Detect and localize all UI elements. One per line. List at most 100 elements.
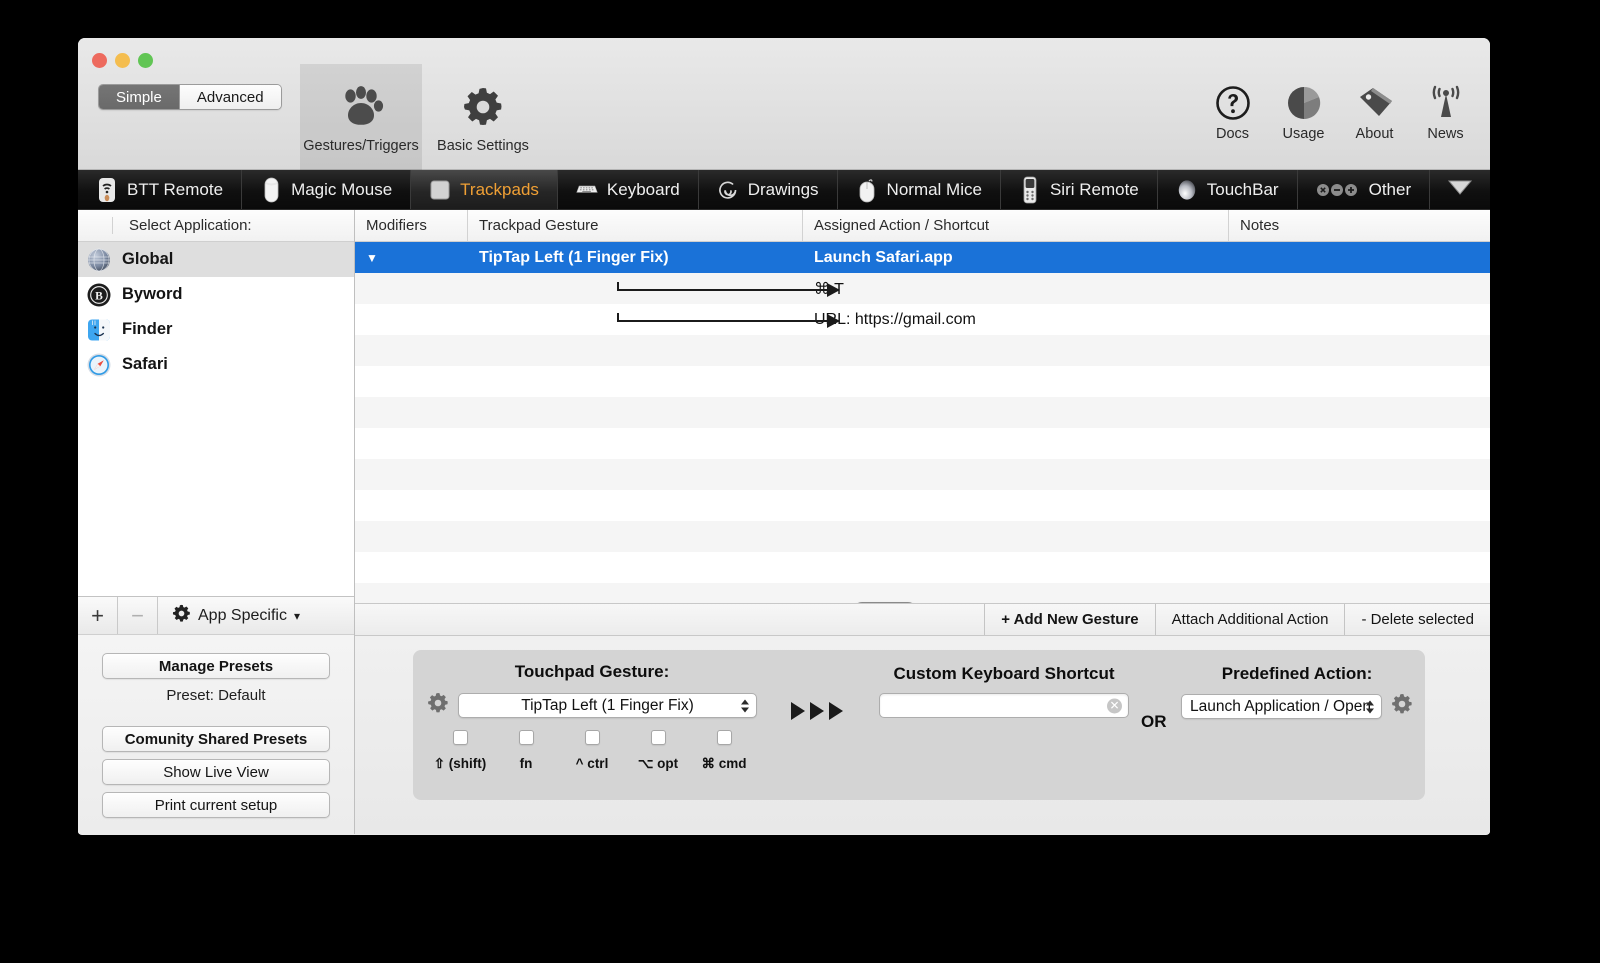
- clear-circle-icon[interactable]: ✕: [1107, 698, 1122, 713]
- table-row-empty[interactable]: [355, 521, 1490, 552]
- gear-icon[interactable]: [1391, 693, 1413, 720]
- table-row-empty[interactable]: [355, 583, 1490, 603]
- toolbar-news-button[interactable]: News: [1419, 82, 1472, 142]
- toolbar-item-gestures-triggers[interactable]: Gestures/Triggers: [300, 64, 422, 170]
- mouse-icon: [856, 177, 878, 203]
- tab-trackpads[interactable]: Trackpads: [411, 170, 558, 209]
- tab-label: TouchBar: [1206, 179, 1279, 199]
- ctrl-checkbox[interactable]: [584, 730, 600, 745]
- table-row[interactable]: ▼ TipTap Left (1 Finger Fix) Launch Safa…: [355, 242, 1490, 273]
- column-header-notes[interactable]: Notes: [1229, 210, 1490, 241]
- triple-right-arrow-icon: [791, 702, 843, 720]
- gesture-action-buttons: + Add New Gesture Attach Additional Acti…: [355, 603, 1490, 635]
- table-row-empty[interactable]: [355, 335, 1490, 366]
- cell-notes: [1229, 242, 1490, 273]
- cmd-checkbox[interactable]: [716, 730, 732, 745]
- toolbar-usage-button[interactable]: Usage: [1277, 82, 1330, 142]
- tab-label: Trackpads: [460, 179, 539, 199]
- attach-additional-action-button[interactable]: Attach Additional Action: [1154, 604, 1345, 635]
- table-row[interactable]: URL: https://gmail.com: [355, 304, 1490, 335]
- finder-app-icon: [87, 318, 111, 342]
- trackpad-graphic[interactable]: [853, 602, 917, 603]
- modifier-label: fn: [519, 756, 533, 771]
- preset-panel: Manage Presets Preset: Default Comunity …: [78, 634, 354, 834]
- tab-drawings[interactable]: Drawings: [698, 170, 838, 209]
- editor-card: Touchpad Gesture: TipTap Left (1 Finger …: [413, 650, 1425, 800]
- gesture-table-body[interactable]: ▼ TipTap Left (1 Finger Fix) Launch Safa…: [355, 242, 1490, 603]
- show-live-view-button[interactable]: Show Live View: [102, 759, 330, 785]
- chevron-down-icon: [1446, 177, 1474, 202]
- modifier-shift: ⇧ (shift): [427, 730, 493, 772]
- tab-label: Magic Mouse: [291, 179, 393, 199]
- print-current-setup-button[interactable]: Print current setup: [102, 792, 330, 818]
- modifier-label: ^ ctrl: [575, 756, 609, 771]
- gesture-editor-panel: Touchpad Gesture: TipTap Left (1 Finger …: [355, 635, 1490, 834]
- custom-shortcut-title: Custom Keyboard Shortcut: [893, 664, 1115, 683]
- add-application-button[interactable]: +: [78, 597, 118, 634]
- tab-keyboard[interactable]: Keyboard: [557, 170, 699, 209]
- sidebar-header: Select Application:: [78, 210, 354, 242]
- toolbar-docs-button[interactable]: Docs: [1206, 82, 1259, 142]
- toolbar-item-label: Basic Settings: [437, 138, 529, 154]
- column-header-modifiers[interactable]: Modifiers: [355, 210, 468, 241]
- toolbar-item-label: Gestures/Triggers: [303, 138, 419, 154]
- toolbar-item-basic-settings[interactable]: Basic Settings: [422, 64, 544, 170]
- cell-action: ⌘ T: [814, 280, 844, 298]
- tab-btt-remote[interactable]: BTT Remote: [78, 170, 243, 209]
- modifier-opt: ⌥ opt: [625, 730, 691, 772]
- toolbar-right-label: Docs: [1215, 126, 1250, 142]
- tab-label: Siri Remote: [1049, 179, 1139, 199]
- tab-normal-mice[interactable]: Normal Mice: [837, 170, 1001, 209]
- community-shared-presets-button[interactable]: Comunity Shared Presets: [102, 726, 330, 752]
- window-titlebar: Simple Advanced Gestures/Triggers Basic …: [78, 38, 1490, 170]
- disclosure-triangle-icon[interactable]: ▼: [366, 252, 378, 264]
- column-header-assigned-action[interactable]: Assigned Action / Shortcut: [803, 210, 1229, 241]
- app-specific-menu[interactable]: App Specific ▾: [158, 597, 354, 634]
- table-row[interactable]: ⌘ T: [355, 273, 1490, 304]
- table-row-empty[interactable]: [355, 397, 1490, 428]
- sub-action-connector-icon: [479, 280, 840, 298]
- keyboard-icon: [576, 182, 598, 198]
- fn-checkbox[interactable]: [518, 730, 534, 745]
- sub-action-connector-icon: [479, 311, 840, 329]
- mode-segmented-control[interactable]: Simple Advanced: [98, 84, 282, 110]
- toolbar-right-label: Usage: [1282, 126, 1325, 142]
- sidebar-item-finder[interactable]: Finder: [78, 312, 354, 347]
- minimize-button[interactable]: [115, 53, 130, 68]
- tab-label: Other: [1368, 179, 1412, 199]
- delete-selected-button[interactable]: - Delete selected: [1344, 604, 1490, 635]
- tab-magic-mouse[interactable]: Magic Mouse: [242, 170, 412, 209]
- sidebar-item-safari[interactable]: Safari: [78, 347, 354, 382]
- table-row-empty[interactable]: [355, 459, 1490, 490]
- mode-simple-button[interactable]: Simple: [99, 85, 179, 109]
- table-row-empty[interactable]: [355, 490, 1490, 521]
- table-row-empty[interactable]: [355, 428, 1490, 459]
- remove-application-button[interactable]: −: [118, 597, 158, 634]
- tab-touchbar[interactable]: TouchBar: [1157, 170, 1298, 209]
- gear-icon[interactable]: [427, 692, 449, 719]
- tab-siri-remote[interactable]: Siri Remote: [1000, 170, 1158, 209]
- predefined-action-select[interactable]: Launch Application / Open: [1181, 694, 1382, 719]
- custom-shortcut-input[interactable]: ✕: [879, 693, 1129, 718]
- sidebar-item-byword[interactable]: B Byword: [78, 277, 354, 312]
- table-row-empty[interactable]: [355, 552, 1490, 583]
- close-button[interactable]: [92, 53, 107, 68]
- zoom-button[interactable]: [138, 53, 153, 68]
- tab-other[interactable]: Other: [1297, 170, 1431, 209]
- opt-checkbox[interactable]: [650, 730, 666, 745]
- touchpad-gesture-title: Touchpad Gesture:: [514, 662, 670, 681]
- sidebar-item-global[interactable]: Global: [78, 242, 354, 277]
- table-row-empty[interactable]: [355, 366, 1490, 397]
- spiral-icon: [717, 178, 739, 202]
- manage-presets-button[interactable]: Manage Presets: [102, 653, 330, 679]
- toolbar-about-button[interactable]: About: [1348, 82, 1401, 142]
- add-new-gesture-button[interactable]: + Add New Gesture: [984, 604, 1154, 635]
- chevron-down-icon: ▾: [293, 608, 300, 623]
- touchpad-gesture-select[interactable]: TipTap Left (1 Finger Fix): [458, 693, 757, 718]
- predefined-action-row: Launch Application / Open: [1181, 693, 1413, 720]
- siri-remote-icon: [1019, 176, 1041, 204]
- column-header-trackpad-gesture[interactable]: Trackpad Gesture: [468, 210, 803, 241]
- mode-advanced-button[interactable]: Advanced: [178, 85, 281, 109]
- shift-checkbox[interactable]: [452, 730, 468, 745]
- tab-overflow-button[interactable]: [1430, 170, 1490, 209]
